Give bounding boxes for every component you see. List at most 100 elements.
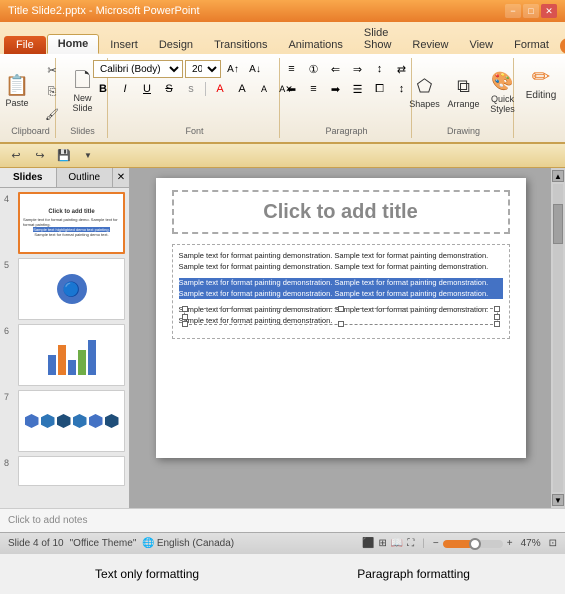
slide-thumb-5[interactable]: 5 🔵 [4,258,125,320]
scroll-thumb[interactable] [553,204,563,244]
arrange-button[interactable]: ⧉ Arrange [446,67,482,117]
increase-font-button[interactable]: A↑ [223,60,243,78]
slide-preview-8[interactable] [18,456,125,486]
view-fullscreen-button[interactable]: ⛶ [407,538,414,549]
slide-content-area: Sample text for format painting demonstr… [172,244,510,339]
tab-home[interactable]: Home [47,34,100,54]
strikethrough-button[interactable]: S [159,80,179,98]
align-center-button[interactable]: ≡ [304,80,324,98]
slide-thumb-8[interactable]: 8 [4,456,125,486]
tab-transitions[interactable]: Transitions [204,36,277,54]
status-bar: Slide 4 of 10 "Office Theme" 🌐 English (… [0,532,565,554]
font-size-a-button[interactable]: A [232,80,252,98]
save-button-qat[interactable]: 💾 [54,147,74,165]
decrease-indent-button[interactable]: ⇐ [326,60,346,78]
redo-button[interactable]: ↪ [30,147,50,165]
view-reading-button[interactable]: 📖 [391,538,403,549]
panel-close-button[interactable]: ✕ [113,168,129,187]
para-row-2: ⬅ ≡ ➡ ☰ ⧠ ↕ [282,80,412,98]
annotation-left: Text only formatting [95,567,199,581]
notes-bar[interactable]: Click to add notes [0,508,565,532]
slide-thumb-4[interactable]: 4 Click to add title Sample text for for… [4,192,125,254]
bullets-button[interactable]: ≡ [282,60,302,78]
tab-review[interactable]: Review [402,36,458,54]
tab-outline-panel[interactable]: Outline [57,168,114,187]
scroll-down-button[interactable]: ▼ [552,494,564,506]
zoom-handle[interactable] [469,538,481,550]
bar3 [68,360,76,375]
columns-button[interactable]: ⧠ [370,80,390,98]
slide-4-content: Click to add title Sample text for forma… [20,194,123,252]
text-direction-button[interactable]: ↕ [370,60,390,78]
scroll-up-button[interactable]: ▲ [552,170,564,182]
clipboard-label: Clipboard [11,124,50,136]
zoom-slider[interactable] [443,540,503,548]
ribbon-content: 📋 Paste ✂ ⎘ 🖌 Clipboard 🗋 New Slide Slid… [0,54,565,143]
editing-badge: ✏ Editing [518,60,565,105]
justify-button[interactable]: ☰ [348,80,368,98]
font-size-select[interactable]: 20 [185,60,221,78]
bold-button[interactable]: B [93,80,113,98]
slide-thumb-6[interactable]: 6 [4,324,125,386]
font-size-small-button[interactable]: A [254,80,274,98]
increase-indent-button[interactable]: ⇒ [348,60,368,78]
vertical-scrollbar[interactable]: ▲ ▼ [551,168,565,508]
slide-preview-7[interactable] [18,390,125,452]
language-icon: 🌐 [142,538,154,549]
fit-button[interactable]: ⊡ [549,538,557,549]
slide-canvas[interactable]: Click to add title Sample text for forma… [156,178,526,458]
tab-slides-panel[interactable]: Slides [0,168,57,187]
zoom-out-button[interactable]: − [433,538,439,549]
undo-button[interactable]: ↩ [6,147,26,165]
tab-slideshow[interactable]: Slide Show [354,24,402,54]
slide-title-box[interactable]: Click to add title [172,190,510,234]
window-controls: − □ ✕ [505,4,557,18]
drawing-buttons: ⬠ Shapes ⧉ Arrange 🎨 Quick Styles [407,60,521,124]
maximize-button[interactable]: □ [523,4,539,18]
tab-insert[interactable]: Insert [100,36,148,54]
view-normal-button[interactable]: ⬛ [362,538,374,549]
new-slide-icon: 🗋 [74,71,90,91]
font-name-select[interactable]: Calibri (Body) [93,60,183,78]
shadow-button[interactable]: s [181,80,201,98]
align-right-button[interactable]: ➡ [326,80,346,98]
tab-file[interactable]: File [4,36,46,54]
slide-8-content [19,457,124,485]
tab-view[interactable]: View [459,36,503,54]
zoom-level: 47% [521,538,541,549]
numbering-button[interactable]: ① [304,60,324,78]
text-para-3: Sample text for format painting demonstr… [179,305,503,326]
align-left-button[interactable]: ⬅ [282,80,302,98]
slide-5-content: 🔵 [19,259,124,319]
minimize-button[interactable]: − [505,4,521,18]
tab-format[interactable]: Format [504,36,559,54]
shapes-button[interactable]: ⬠ Shapes [407,67,443,117]
slide-preview-5[interactable]: 🔵 [18,258,125,320]
slide-num-7: 7 [4,392,14,402]
qat-dropdown[interactable]: ▼ [78,147,98,165]
app-title: Title Slide2.pptx - Microsoft PowerPoint [8,5,200,17]
slide-6-content [19,325,124,385]
scroll-track[interactable] [553,184,563,492]
slide-preview-6[interactable] [18,324,125,386]
tab-animations[interactable]: Animations [278,36,352,54]
close-button[interactable]: ✕ [541,4,557,18]
tab-design[interactable]: Design [149,36,203,54]
underline-button[interactable]: U [137,80,157,98]
help-button[interactable]: ? [560,38,565,54]
slide-preview-4[interactable]: Click to add title Sample text for forma… [18,192,125,254]
slide-content-box[interactable]: Sample text for format painting demonstr… [172,244,510,339]
paste-button[interactable]: 📋 Paste [0,67,37,117]
hex4 [73,414,87,428]
slide-thumb-7[interactable]: 7 [4,390,125,452]
slide-7-hexagons [25,414,119,428]
font-group: Calibri (Body) 20 A↑ A↓ B I U S s A [110,58,280,138]
italic-button[interactable]: I [115,80,135,98]
slides-list: 4 Click to add title Sample text for for… [0,188,129,508]
font-color-button[interactable]: A [210,80,230,98]
status-left: Slide 4 of 10 "Office Theme" 🌐 English (… [8,538,234,549]
decrease-font-button[interactable]: A↓ [245,60,265,78]
zoom-in-button[interactable]: + [507,538,513,549]
view-slider-button[interactable]: ⊞ [378,538,386,549]
font-row-2: B I U S s A A A A✕ [93,80,296,98]
